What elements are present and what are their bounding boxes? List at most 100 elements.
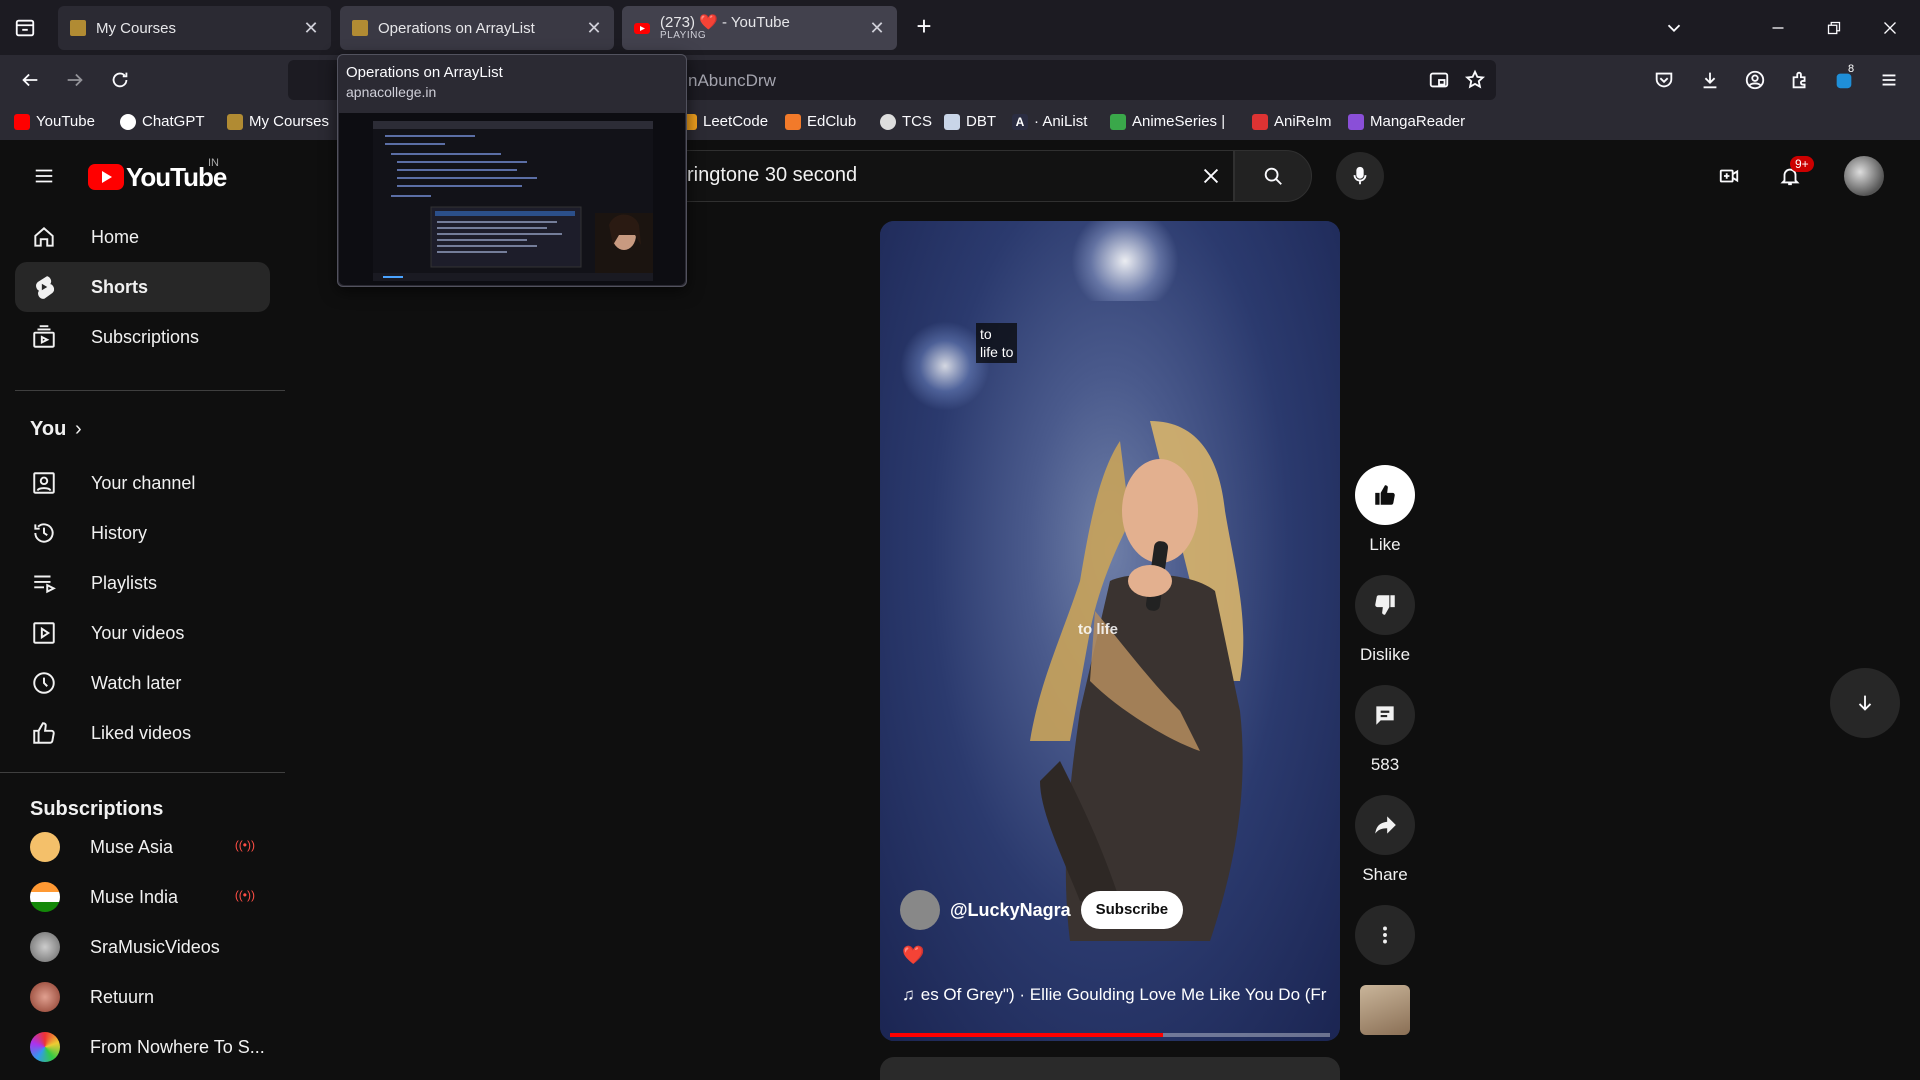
bookmark-star-icon[interactable] [1461,66,1489,94]
more-actions-button[interactable] [1354,905,1416,965]
restore-icon[interactable] [1820,14,1848,42]
channel-name: Retuurn [90,986,155,1007]
picture-in-picture-icon[interactable] [1425,66,1453,94]
subscriptions-heading: Subscriptions [30,798,164,820]
guide-menu-icon[interactable] [30,162,58,190]
extensions-puzzle-icon[interactable] [1786,66,1814,94]
nav-label: History [91,522,148,543]
pocket-icon[interactable] [1650,66,1678,94]
chatgpt-icon [120,113,136,130]
account-avatar[interactable] [1844,156,1884,196]
channel-handle[interactable]: @LuckyNagra [950,900,1071,921]
bookmark-chatgpt[interactable]: ChatGPT [120,113,205,130]
nav-label: Your channel [91,472,196,493]
history-icon [31,520,57,546]
subscription-retuurn[interactable]: Retuurn [15,972,270,1022]
search-input[interactable]: ringtone 30 second [687,164,857,187]
search-button[interactable] [1234,150,1312,202]
microphone-icon [1346,162,1374,190]
extension-badge-icon[interactable]: 8 [1830,63,1858,94]
comments-button[interactable]: 583 [1354,685,1416,775]
notifications-bell-icon[interactable]: 9+ [1776,156,1814,190]
create-video-icon[interactable] [1715,162,1743,190]
search-box[interactable]: ringtone 30 second [656,150,1234,202]
youtube-favicon-icon [14,113,30,130]
downloads-icon[interactable] [1696,66,1724,94]
bookmark-anilist[interactable]: A · AniList [1012,113,1087,130]
like-button[interactable]: Like [1354,465,1416,555]
voice-search-button[interactable] [1336,152,1384,200]
live-indicator-icon: ((•)) [234,888,255,902]
nav-home[interactable]: Home [15,212,270,262]
close-window-icon[interactable] [1876,14,1904,42]
channel-avatar[interactable] [900,890,940,930]
channel-name: From Nowhere To S... [90,1036,265,1057]
bookmark-edclub[interactable]: EdClub [785,113,856,130]
tab-overview-icon[interactable] [11,14,39,42]
subscription-sramusicvideos[interactable]: SraMusicVideos [15,922,270,972]
avatar [30,1032,60,1062]
nav-shorts[interactable]: Shorts [15,262,270,312]
bookmark-tcs[interactable]: TCS [880,113,932,130]
like-label: Like [1369,535,1401,554]
bookmark-youtube[interactable]: YouTube [14,113,95,130]
sound-thumbnail[interactable] [1360,985,1410,1035]
bookmark-label: AnimeSeries | [1132,113,1226,130]
bookmark-my-courses[interactable]: My Courses [227,113,329,130]
next-short-peek[interactable] [880,1057,1340,1080]
share-label: Share [1362,865,1408,884]
reload-icon[interactable] [106,66,134,94]
clear-search-icon[interactable] [1197,162,1225,190]
share-button[interactable]: Share [1354,795,1416,885]
nav-playlists[interactable]: Playlists [15,558,270,608]
app-menu-icon[interactable] [1875,66,1903,94]
tcs-icon [880,113,896,130]
account-icon[interactable] [1741,66,1769,94]
playlists-icon [31,570,57,596]
channel-info-row: @LuckyNagra Subscribe [900,888,1184,932]
tab-youtube[interactable]: (273) ❤️ - YouTube PLAYING ✕ [622,6,897,50]
you-section-header[interactable]: You › [15,408,270,452]
channel-name: Muse Asia [90,836,174,857]
close-tab-icon[interactable]: ✕ [301,18,321,38]
close-tab-icon[interactable]: ✕ [867,18,887,38]
apnacollege-favicon-icon [352,20,368,36]
bookmark-label: ChatGPT [142,113,205,130]
avatar [30,982,60,1012]
playback-progress-bar[interactable] [890,1033,1330,1037]
minimize-icon[interactable] [1764,14,1792,42]
tab-operations-arraylist[interactable]: Operations on ArrayList ✕ [340,6,614,50]
subscribe-button[interactable]: Subscribe [1080,891,1184,929]
your-videos-icon [31,620,57,646]
music-note-icon: ♫ [902,985,915,1004]
subscription-muse-asia[interactable]: Muse Asia ((•)) [15,822,270,872]
dislike-button[interactable]: Dislike [1354,575,1416,665]
tab-my-courses[interactable]: My Courses ✕ [58,6,331,50]
close-tab-icon[interactable]: ✕ [584,18,604,38]
subscription-from-nowhere[interactable]: From Nowhere To S... [15,1022,270,1072]
shorts-icon [31,274,57,300]
nav-liked-videos[interactable]: Liked videos [15,708,270,758]
bookmark-anireim[interactable]: AniReIm [1252,113,1332,130]
more-vertical-icon [1355,905,1415,965]
shorts-video-player[interactable]: to life to to life @LuckyNagra Subscribe… [880,221,1340,1041]
nav-history[interactable]: History [15,508,270,558]
next-video-button[interactable] [1830,668,1900,738]
bookmark-dbt[interactable]: DBT [944,113,996,130]
list-tabs-chevron-icon[interactable] [1660,14,1688,42]
bookmark-animeseries[interactable]: AnimeSeries | [1110,113,1225,130]
nav-your-videos[interactable]: Your videos [15,608,270,658]
bookmark-mangareader[interactable]: MangaReader [1348,113,1465,130]
new-tab-icon[interactable]: + [910,13,938,42]
nav-your-channel[interactable]: Your channel [15,458,270,508]
back-icon[interactable] [16,66,44,94]
subscription-muse-india[interactable]: Muse India ((•)) [15,872,270,922]
bookmark-leetcode[interactable]: LeetCode [681,113,768,130]
youtube-logo-icon[interactable] [88,164,124,190]
nav-watch-later[interactable]: Watch later [15,658,270,708]
nav-subscriptions[interactable]: Subscriptions [15,312,270,362]
bookmarks-toolbar: YouTube ChatGPT My Courses LeetCode EdCl… [0,105,1920,140]
bookmark-label: AniReIm [1274,113,1332,130]
music-attribution[interactable]: ♫ es Of Grey") · Ellie Goulding Love Me L… [902,985,1340,1005]
forward-icon[interactable] [61,66,89,94]
